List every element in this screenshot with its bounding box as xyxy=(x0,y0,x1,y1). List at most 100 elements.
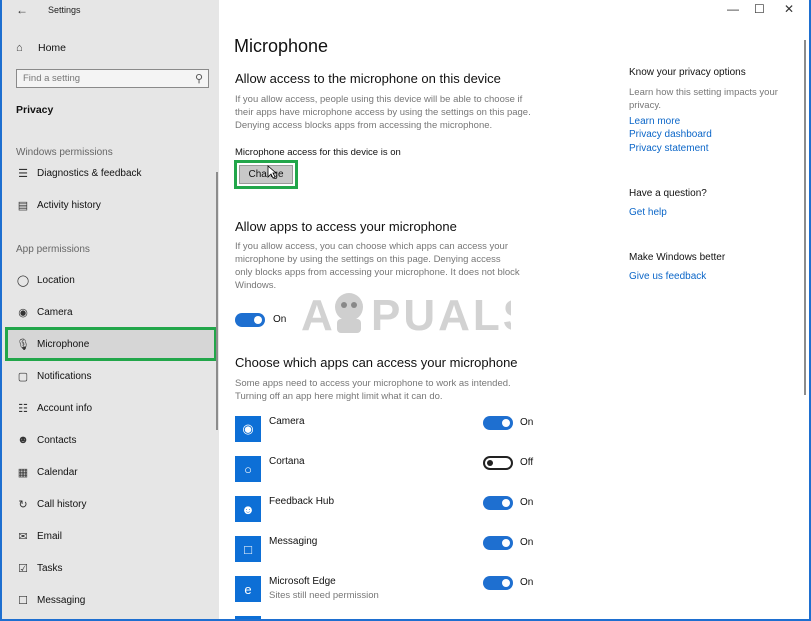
notifications-icon: ▢ xyxy=(17,370,29,383)
sidebar-item-contacts[interactable]: ☻ Contacts xyxy=(8,425,216,455)
home-link[interactable]: ⌂ Home xyxy=(16,40,66,56)
svg-text:PUALS: PUALS xyxy=(371,291,511,340)
mouse-cursor-icon xyxy=(267,165,277,179)
sidebar-item-messaging[interactable]: ☐ Messaging xyxy=(8,585,216,615)
device-access-description: If you allow access, people using this d… xyxy=(235,94,531,131)
sidebar-item-label: Activity history xyxy=(37,199,101,211)
sidebar-item-calendar[interactable]: ▦ Calendar xyxy=(8,457,216,487)
cortana-toggle[interactable] xyxy=(483,456,513,470)
edge-icon: e xyxy=(235,576,261,602)
learn-more-link[interactable]: Learn more xyxy=(629,116,680,127)
call-history-icon: ↻ xyxy=(18,498,28,511)
camera-app-icon: ◉ xyxy=(235,416,261,442)
location-icon: ◯ xyxy=(16,274,30,287)
sidebar-item-call-history[interactable]: ↻ Call history xyxy=(8,489,216,519)
sidebar-item-label: Tasks xyxy=(37,562,63,574)
home-icon: ⌂ xyxy=(16,42,23,54)
sidebar-item-label: Camera xyxy=(37,306,73,318)
apps-access-heading: Allow apps to access your microphone xyxy=(235,219,457,234)
maximize-icon[interactable]: ☐ xyxy=(754,2,765,16)
app-toggle-label: On xyxy=(520,577,534,588)
account-info-icon: ☷ xyxy=(18,402,28,415)
sidebar-item-email[interactable]: ✉ Email xyxy=(8,521,216,551)
change-button[interactable]: Change xyxy=(239,165,293,184)
app-toggle-label: Off xyxy=(520,457,534,468)
search-placeholder: Find a setting xyxy=(23,73,81,84)
page-title: Microphone xyxy=(234,36,329,56)
sidebar-item-label: Account info xyxy=(37,402,93,414)
choose-apps-description: Some apps need to access your microphone… xyxy=(235,378,511,402)
messaging-icon: ☐ xyxy=(18,594,28,607)
cortana-icon: ○ xyxy=(235,456,261,482)
settings-window: ← Settings ⌂ Home Find a setting ⚲ Priva… xyxy=(0,0,811,621)
tasks-icon: ☑ xyxy=(18,562,28,575)
sidebar-item-account-info[interactable]: ☷ Account info xyxy=(8,393,216,423)
microsoft-edge-toggle[interactable] xyxy=(483,576,513,590)
sidebar-item-label: Email xyxy=(37,530,63,542)
activity-history-icon: ▤ xyxy=(17,199,29,212)
privacy-options-text: Learn how this setting impacts your priv… xyxy=(629,87,778,111)
sidebar-item-label: Location xyxy=(37,274,75,286)
privacy-statement-link[interactable]: Privacy statement xyxy=(629,143,708,154)
close-icon[interactable]: ✕ xyxy=(784,2,794,16)
sidebar-item-camera[interactable]: ◉ Camera xyxy=(8,297,216,327)
sidebar-item-activity-history[interactable]: ▤ Activity history xyxy=(8,190,216,220)
app-name: Messaging xyxy=(269,536,318,547)
app-row-partial xyxy=(235,616,545,619)
calendar-icon: ▦ xyxy=(17,466,29,479)
feedback-hub-toggle[interactable] xyxy=(483,496,513,510)
sidebar-item-tasks[interactable]: ☑ Tasks xyxy=(8,553,216,583)
apps-access-toggle[interactable] xyxy=(235,313,265,327)
privacy-heading: Privacy xyxy=(16,104,54,116)
microphone-icon: 🎙 xyxy=(16,338,30,351)
make-windows-better-heading: Make Windows better xyxy=(629,252,726,263)
app-toggle-label: On xyxy=(520,537,534,548)
email-icon: ✉ xyxy=(18,530,28,543)
apps-access-toggle-label: On xyxy=(273,314,287,325)
back-arrow-icon[interactable]: ← xyxy=(16,3,28,17)
sidebar-item-label: Calendar xyxy=(37,466,78,478)
get-help-link[interactable]: Get help xyxy=(629,207,667,218)
messaging-app-icon: □ xyxy=(235,536,261,562)
camera-icon: ◉ xyxy=(18,306,28,319)
sidebar-item-location[interactable]: ◯ Location xyxy=(8,265,216,295)
sidebar-item-label: Call history xyxy=(37,498,87,510)
sidebar-item-label: Contacts xyxy=(37,434,77,446)
sidebar: ← Settings ⌂ Home Find a setting ⚲ Priva… xyxy=(2,0,219,619)
sidebar-item-diagnostics[interactable]: ☰ Diagnostics & feedback xyxy=(8,158,216,188)
search-icon: ⚲ xyxy=(194,73,203,85)
privacy-options-heading: Know your privacy options xyxy=(629,67,746,78)
app-name: Feedback Hub xyxy=(269,496,335,507)
app-name: Microsoft Edge xyxy=(269,576,336,587)
sidebar-scrollbar[interactable] xyxy=(216,172,218,430)
app-title: Settings xyxy=(48,5,81,15)
search-input[interactable]: Find a setting ⚲ xyxy=(16,69,209,88)
main-content: — ☐ ✕ Microphone Allow access to the mic… xyxy=(219,0,809,619)
sidebar-item-label: Messaging xyxy=(37,594,86,606)
partial-app-icon xyxy=(235,616,261,619)
app-subtitle: Sites still need permission xyxy=(269,590,379,601)
question-heading: Have a question? xyxy=(629,188,707,199)
device-access-status: Microphone access for this device is on xyxy=(235,147,401,158)
app-name: Cortana xyxy=(269,456,305,467)
svg-text:A: A xyxy=(301,291,336,340)
minimize-icon[interactable]: — xyxy=(727,2,739,16)
change-button-highlight: Change xyxy=(234,160,298,189)
sidebar-item-label: Notifications xyxy=(37,370,92,382)
camera-app-toggle[interactable] xyxy=(483,416,513,430)
app-name: Camera xyxy=(269,416,305,427)
device-access-heading: Allow access to the microphone on this d… xyxy=(235,71,501,86)
choose-apps-heading: Choose which apps can access your microp… xyxy=(235,355,518,370)
app-permissions-label: App permissions xyxy=(16,244,90,255)
privacy-dashboard-link[interactable]: Privacy dashboard xyxy=(629,129,712,140)
give-feedback-link[interactable]: Give us feedback xyxy=(629,271,706,282)
messaging-app-toggle[interactable] xyxy=(483,536,513,550)
sidebar-item-microphone[interactable]: 🎙 Microphone xyxy=(5,327,217,361)
main-scrollbar[interactable] xyxy=(804,40,806,395)
appuals-watermark: A PUALS xyxy=(301,291,511,340)
app-toggle-label: On xyxy=(520,497,534,508)
sidebar-item-notifications[interactable]: ▢ Notifications xyxy=(8,361,216,391)
sidebar-item-label: Diagnostics & feedback xyxy=(37,167,142,179)
contacts-icon: ☻ xyxy=(17,434,29,446)
app-toggle-label: On xyxy=(520,417,534,428)
